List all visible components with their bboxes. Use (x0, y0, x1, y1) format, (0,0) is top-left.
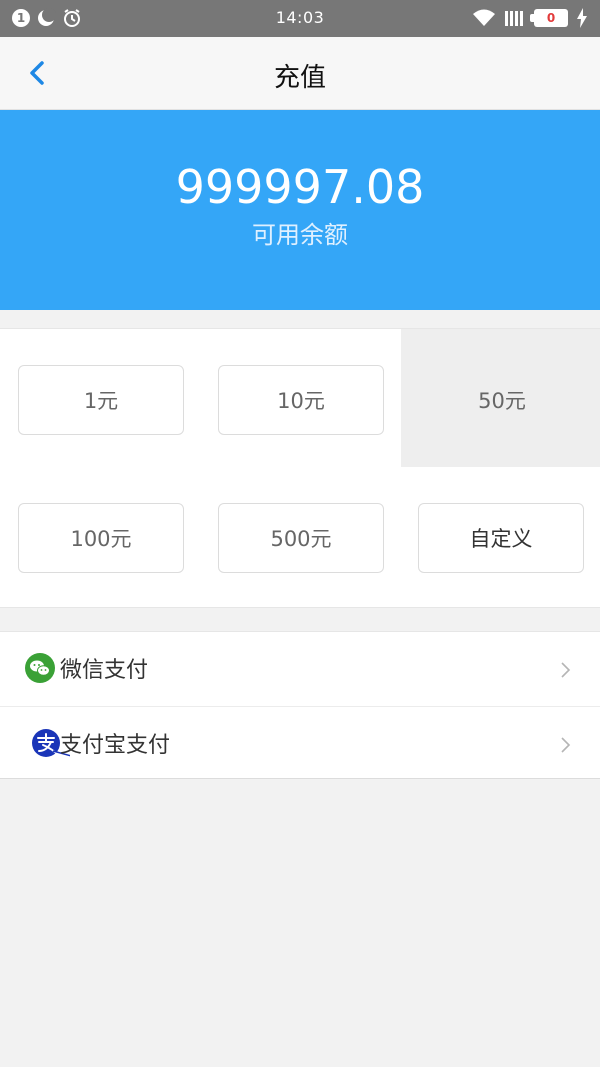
charging-icon (577, 8, 587, 28)
amount-option-1[interactable]: 1元 (0, 329, 200, 467)
amount-option-label: 自定义 (418, 503, 584, 573)
battery-level: 0 (546, 11, 556, 25)
payment-alipay[interactable]: 支付宝支付 (0, 706, 600, 780)
chevron-right-icon (561, 662, 571, 678)
recharge-page: 1 14:03 0 充值 999997.08 可用余额 1元 10元 50元 1… (0, 0, 600, 1067)
balance-label: 可用余额 (252, 221, 348, 249)
amount-option-50[interactable]: 50元 (401, 329, 600, 467)
chevron-right-icon (561, 737, 571, 753)
page-title: 充值 (273, 63, 326, 93)
battery-icon: 0 (530, 9, 568, 27)
amount-option-custom[interactable]: 自定义 (400, 467, 600, 605)
wifi-icon (473, 9, 495, 26)
amount-option-10[interactable]: 10元 (200, 329, 400, 467)
status-right-icons: 0 (472, 8, 588, 28)
amount-option-label: 100元 (18, 503, 184, 573)
amount-options-panel: 1元 10元 50元 100元 500元 自定义 (0, 328, 600, 608)
balance-banner: 999997.08 可用余额 (0, 110, 600, 310)
balance-amount: 999997.08 (175, 160, 425, 214)
amount-option-label: 10元 (218, 365, 384, 435)
amount-option-100[interactable]: 100元 (0, 467, 200, 605)
nav-bar: 充值 (0, 37, 600, 110)
payment-method-list: 微信支付 支付宝支付 (0, 631, 600, 779)
amount-option-label: 50元 (478, 389, 526, 413)
amount-option-label: 1元 (18, 365, 184, 435)
amount-option-500[interactable]: 500元 (200, 467, 400, 605)
payment-label: 支付宝支付 (60, 733, 171, 758)
signal-icon (505, 11, 523, 26)
amount-option-label: 500元 (218, 503, 384, 573)
payment-wechat[interactable]: 微信支付 (0, 632, 600, 706)
wechat-pay-icon (25, 653, 55, 683)
status-bar: 1 14:03 0 (0, 0, 600, 37)
payment-label: 微信支付 (60, 658, 149, 683)
